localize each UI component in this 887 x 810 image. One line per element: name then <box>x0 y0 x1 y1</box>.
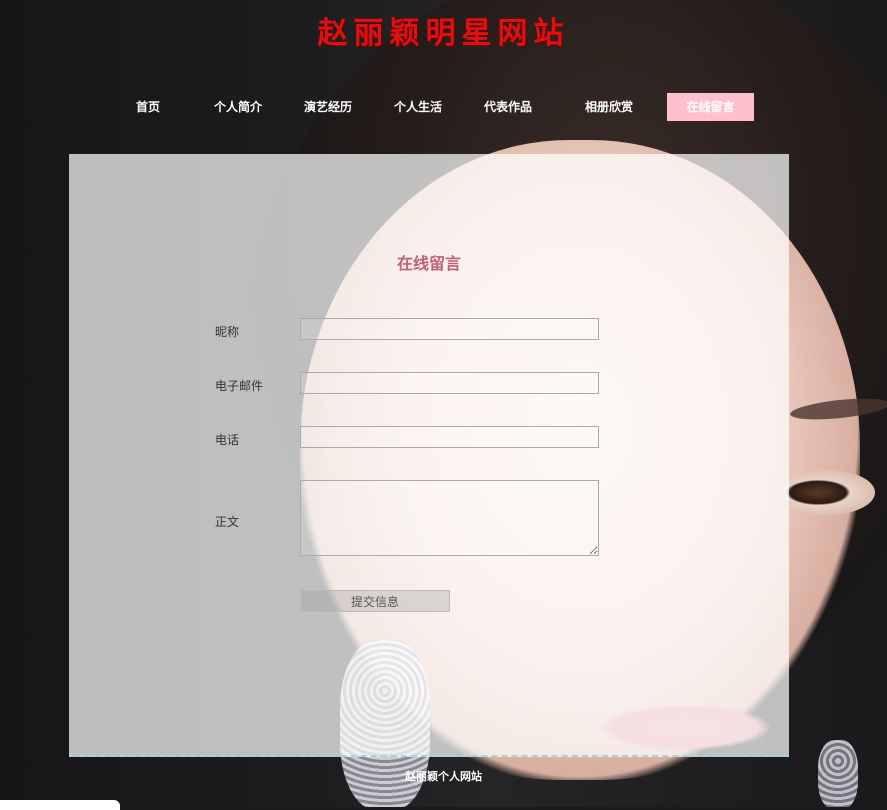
guestbook-panel: 在线留言 昵称 电子邮件 电话 正文 提交信息 <box>69 154 789 757</box>
body-textarea[interactable] <box>300 480 599 556</box>
nav-home[interactable]: 首页 <box>118 93 178 121</box>
nav-career[interactable]: 演艺经历 <box>293 93 363 121</box>
footer-text: 赵丽颖个人网站 <box>405 771 482 783</box>
nav-gallery[interactable]: 相册欣赏 <box>570 93 648 121</box>
submit-button[interactable]: 提交信息 <box>300 590 450 612</box>
form-title: 在线留言 <box>396 256 461 273</box>
nickname-input[interactable] <box>300 318 599 340</box>
main-nav: 首页 个人简介 演艺经历 个人生活 代表作品 相册欣赏 在线留言 <box>0 93 887 121</box>
body-label: 正文 <box>215 515 240 529</box>
nav-life[interactable]: 个人生活 <box>383 93 453 121</box>
scrollbar-corner <box>0 800 120 810</box>
phone-input[interactable] <box>300 426 599 448</box>
site-title: 赵丽颖明星网站 <box>317 16 570 51</box>
nav-works[interactable]: 代表作品 <box>473 93 543 121</box>
email-label: 电子邮件 <box>215 379 264 393</box>
email-input[interactable] <box>300 372 599 394</box>
nav-guestbook[interactable]: 在线留言 <box>667 93 754 121</box>
nickname-label: 昵称 <box>215 325 240 339</box>
nav-profile[interactable]: 个人简介 <box>203 93 273 121</box>
phone-label: 电话 <box>215 433 240 447</box>
